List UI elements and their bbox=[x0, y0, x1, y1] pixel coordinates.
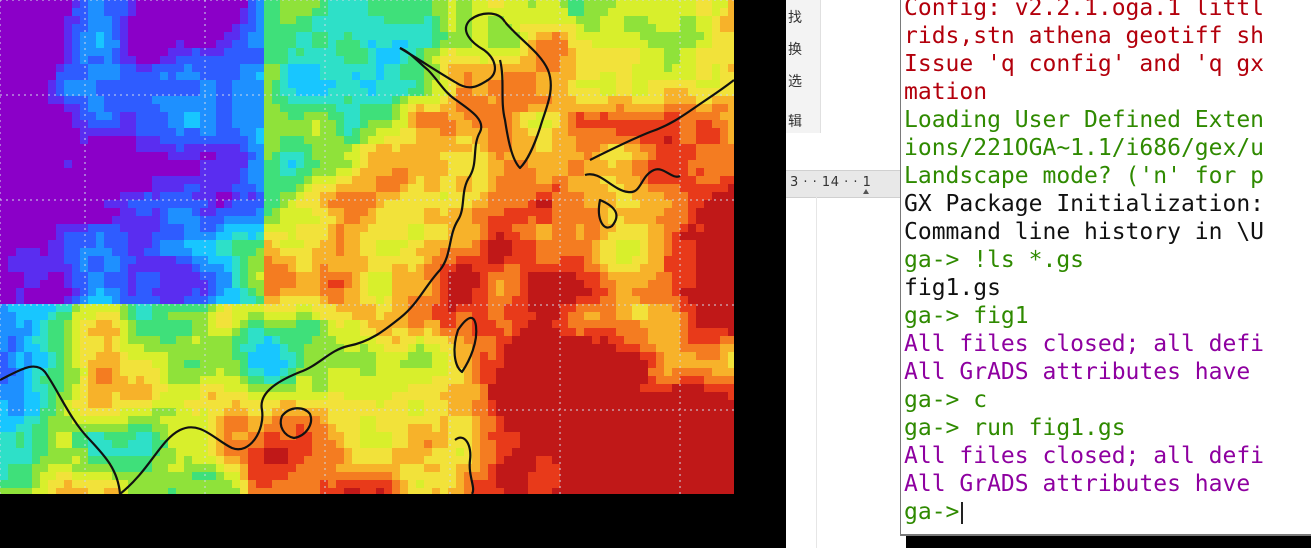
word-document-window[interactable]: 找 换 选 辑 3 · · 14 · · 1 bbox=[786, 0, 906, 548]
console-line: ions/221OGA~1.1/i686/gex/u bbox=[904, 135, 1265, 161]
console-line: Landscape mode? ('n' for p bbox=[904, 163, 1265, 189]
console-line: Command line history in \U bbox=[904, 219, 1265, 245]
rainfall-field bbox=[0, 0, 734, 494]
console-line: Issue 'q config' and 'q gx bbox=[904, 51, 1265, 77]
console-line: GX Package Initialization: bbox=[904, 191, 1265, 217]
console-line: All GrADS attributes have bbox=[904, 359, 1265, 385]
console-line: All files closed; all defi bbox=[904, 443, 1265, 469]
console-line: ga-> run fig1.gs bbox=[904, 415, 1126, 441]
console-prompt: ga-> bbox=[904, 499, 960, 525]
ruler-ticks: 3 · · 14 · · 1 bbox=[790, 175, 872, 190]
grads-console-window[interactable]: Config: v2.2.1.oga.1 littl rids,stn athe… bbox=[900, 0, 1311, 536]
console-line: fig1.gs bbox=[904, 275, 1001, 301]
console-line: ga-> c bbox=[904, 387, 988, 413]
console-line: Config: v2.2.1.oga.1 littl bbox=[904, 0, 1265, 21]
console-line: ga-> fig1 bbox=[904, 303, 1029, 329]
console-output: Config: v2.2.1.oga.1 littl rids,stn athe… bbox=[904, 0, 1264, 526]
grads-plot-window[interactable] bbox=[0, 0, 786, 548]
console-line: ga-> !ls *.gs bbox=[904, 247, 1085, 273]
console-line: All GrADS attributes have bbox=[904, 471, 1265, 497]
console-line: rids,stn athena geotiff sh bbox=[904, 23, 1265, 49]
console-line: All files closed; all defi bbox=[904, 331, 1265, 357]
precipitation-map bbox=[0, 0, 734, 494]
horizontal-ruler[interactable]: 3 · · 14 · · 1 bbox=[786, 170, 906, 198]
page-margin-line bbox=[816, 196, 817, 548]
console-line: Loading User Defined Exten bbox=[904, 107, 1265, 133]
ribbon-panel: 找 换 选 辑 bbox=[786, 0, 821, 133]
ribbon-select-button[interactable]: 选 bbox=[788, 74, 802, 90]
text-cursor bbox=[961, 501, 964, 524]
ribbon-edit-label: 辑 bbox=[788, 114, 802, 130]
ribbon-find-button[interactable]: 找 bbox=[788, 10, 802, 26]
console-prompt-line[interactable]: ga-> bbox=[904, 498, 1264, 526]
console-line: mation bbox=[904, 79, 988, 105]
ribbon-replace-button[interactable]: 换 bbox=[788, 42, 802, 58]
ruler-indent-marker[interactable] bbox=[863, 189, 869, 194]
